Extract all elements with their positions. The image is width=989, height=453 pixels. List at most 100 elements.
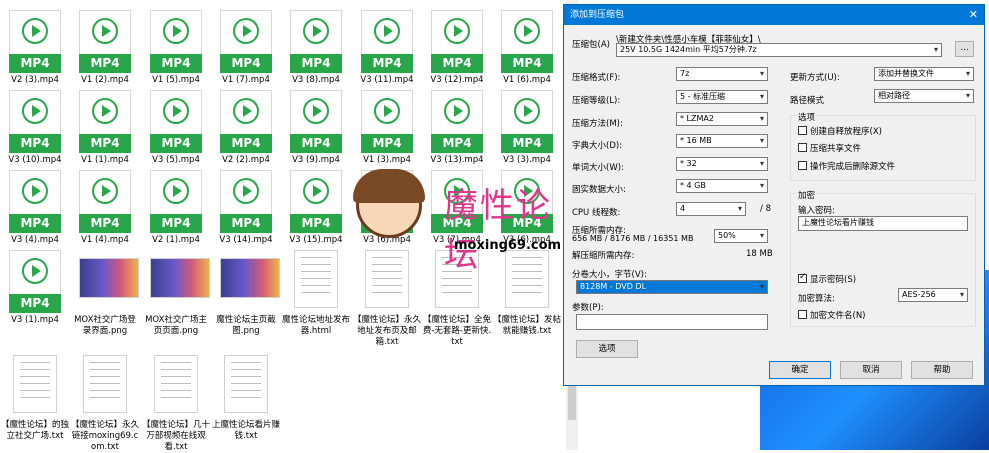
file-item[interactable]: MP4 V3 (5).mp4 <box>141 90 211 166</box>
file-item[interactable]: 【魔性论坛】永久链接moxing69.com.txt <box>70 355 140 453</box>
delete-checkbox[interactable]: 操作完成后删除源文件 <box>798 160 895 172</box>
file-name: 【魔性论坛】全免费-无套路-更新快.txt <box>422 315 492 347</box>
threads-value: 4 <box>680 204 686 213</box>
mem-decomp-value: 18 MB <box>746 249 773 259</box>
file-name: 【魔性论坛】永久地址发布页及邮箱.txt <box>352 315 421 347</box>
video-file-icon: MP4 <box>79 90 131 153</box>
file-item[interactable]: MP4 V1 (1).mp4 <box>70 90 140 166</box>
file-item[interactable]: 【魔性论坛】几十万部视频在线观看.txt <box>141 355 211 453</box>
file-item[interactable]: MP4 V2 (1).mp4 <box>141 170 211 246</box>
file-item[interactable]: MP4 V1 (7).mp4 <box>211 10 281 86</box>
file-name: V3 (10).mp4 <box>8 155 62 165</box>
help-button[interactable]: 帮助 <box>911 361 973 379</box>
options-button[interactable]: 选项 <box>576 340 638 358</box>
update-select[interactable]: 添加并替换文件 <box>874 67 974 81</box>
word-select[interactable]: * 32 <box>676 157 768 171</box>
threads-select[interactable]: 4 <box>676 202 746 216</box>
password-input[interactable]: 上魔性论坛看片赚钱 <box>798 216 968 231</box>
sfx-checkbox[interactable]: 创建自释放程序(X) <box>798 125 882 137</box>
format-select[interactable]: 7z <box>676 67 768 81</box>
solid-select[interactable]: * 4 GB <box>676 179 768 193</box>
enc-names-check-icon[interactable] <box>798 310 807 319</box>
pathmode-select[interactable]: 相对路径 <box>874 89 974 103</box>
file-item[interactable]: MP4 V3 (4).mp4 <box>0 170 70 246</box>
file-item[interactable]: MP4 V3 (10).mp4 <box>0 90 70 166</box>
shared-label: 压缩共享文件 <box>810 144 862 154</box>
mem-pct-select[interactable]: 50% <box>714 229 768 243</box>
split-value: 8128M - DVD DL <box>580 282 647 291</box>
file-item[interactable]: MP4 V3 (8).mp4 <box>281 10 351 86</box>
file-name: V3 (3).mp4 <box>503 155 551 165</box>
file-item[interactable]: MP4 V1 (3).mp4 <box>352 90 422 166</box>
watermark-site: moxing69.com <box>454 238 562 253</box>
format-value: 7z <box>680 69 690 78</box>
browse-button[interactable]: ... <box>955 41 974 57</box>
file-item[interactable]: MP4 V3 (13).mp4 <box>422 90 492 166</box>
file-item[interactable]: 【魔性论坛】的独立社交广场.txt <box>0 355 70 442</box>
video-file-icon: MP4 <box>9 10 61 73</box>
video-file-icon: MP4 <box>361 10 413 73</box>
file-item[interactable]: MP4 V1 (2).mp4 <box>70 10 140 86</box>
pathmode-value: 相对路径 <box>878 91 910 100</box>
file-item[interactable]: 魔性论坛地址发布器.html <box>281 250 351 337</box>
method-select[interactable]: * LZMA2 <box>676 112 768 126</box>
encryption-group-title: 加密 <box>796 189 818 201</box>
file-name: V3 (8).mp4 <box>292 75 340 85</box>
video-file-icon: MP4 <box>220 90 272 153</box>
file-item[interactable]: MP4 V3 (12).mp4 <box>422 10 492 86</box>
shared-checkbox[interactable]: 压缩共享文件 <box>798 142 861 154</box>
file-name: V1 (7).mp4 <box>222 75 270 85</box>
file-item[interactable]: MP4 V1 (4).mp4 <box>70 170 140 246</box>
file-item[interactable]: MP4 V1 (5).mp4 <box>141 10 211 86</box>
file-name: V3 (12).mp4 <box>430 75 484 85</box>
text-file-icon <box>220 355 272 418</box>
update-value: 添加并替换文件 <box>878 69 934 78</box>
format-label: 压缩格式(F): <box>572 73 621 83</box>
file-item[interactable]: MP4 V1 (6).mp4 <box>492 10 562 86</box>
file-item[interactable]: MP4 V3 (14).mp4 <box>211 170 281 246</box>
mem-pct-value: 50% <box>718 231 736 240</box>
solid-label: 固实数据大小: <box>572 185 626 195</box>
video-file-icon: MP4 <box>290 90 342 153</box>
file-item[interactable]: MP4 V3 (11).mp4 <box>352 10 422 86</box>
show-password-check-icon[interactable] <box>798 272 807 283</box>
params-input[interactable] <box>576 314 768 330</box>
file-name: V1 (4).mp4 <box>81 235 129 245</box>
close-icon[interactable]: ✕ <box>969 5 978 25</box>
shared-check-icon[interactable] <box>798 143 807 152</box>
dict-select[interactable]: * 16 MB <box>676 134 768 148</box>
ok-button[interactable]: 确定 <box>769 361 831 379</box>
file-item[interactable]: 上魔性论坛看片赚钱.txt <box>211 355 281 442</box>
dialog-title: 添加到压缩包 <box>570 10 625 20</box>
level-value: 5 - 标准压缩 <box>680 92 726 101</box>
file-item[interactable]: 【魔性论坛】永久地址发布页及邮箱.txt <box>352 250 422 348</box>
cancel-button[interactable]: 取消 <box>840 361 902 379</box>
file-item[interactable]: MP4 V3 (1).mp4 <box>0 250 70 326</box>
file-item[interactable]: MP4 V2 (2).mp4 <box>211 90 281 166</box>
archive-name-combo[interactable]: 25V 10.5G 1424min 平均57分钟.7z <box>616 43 942 57</box>
solid-value: * 4 GB <box>680 181 706 190</box>
file-item[interactable]: MP4 V3 (9).mp4 <box>281 90 351 166</box>
file-name: V2 (2).mp4 <box>222 155 270 165</box>
file-item[interactable]: MOX社交广场主页页面.png <box>141 250 211 337</box>
level-label: 压缩等级(L): <box>572 96 621 106</box>
split-select[interactable]: 8128M - DVD DL <box>576 280 768 294</box>
dialog-titlebar: 添加到压缩包 ✕ <box>564 5 984 25</box>
pathmode-label: 路径模式 <box>790 96 825 106</box>
sfx-check-icon[interactable] <box>798 126 807 135</box>
file-item[interactable]: MP4 V2 (3).mp4 <box>0 10 70 86</box>
file-item[interactable]: MOX社交广场登录界面.png <box>70 250 140 337</box>
enc-names-checkbox[interactable]: 加密文件名(N) <box>798 309 866 321</box>
file-item[interactable]: MP4 V3 (3).mp4 <box>492 90 562 166</box>
video-file-icon: MP4 <box>79 170 131 233</box>
method-label: 压缩方法(M): <box>572 119 623 129</box>
video-file-icon: MP4 <box>9 250 61 313</box>
delete-check-icon[interactable] <box>798 161 807 170</box>
show-password-checkbox[interactable]: 显示密码(S) <box>798 272 856 285</box>
update-label: 更新方式(U): <box>790 73 840 83</box>
watermark-text: 魔性论坛 <box>444 186 552 275</box>
file-item[interactable]: 魔性论坛主页截图.png <box>211 250 281 337</box>
level-select[interactable]: 5 - 标准压缩 <box>676 90 768 104</box>
video-file-icon: MP4 <box>361 90 413 153</box>
enc-method-select[interactable]: AES-256 <box>898 288 968 302</box>
